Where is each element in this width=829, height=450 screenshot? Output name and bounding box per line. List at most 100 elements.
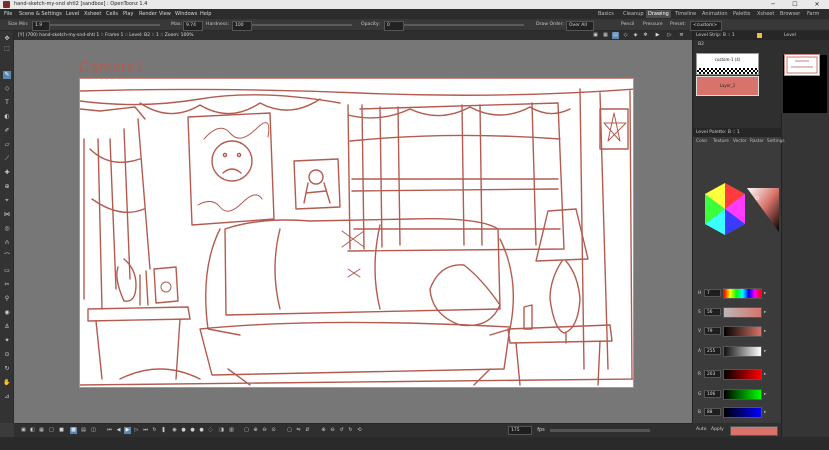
menu-windows[interactable]: Windows xyxy=(175,11,197,17)
hue-slider[interactable] xyxy=(723,288,762,299)
flip-h-icon[interactable]: ⇋ xyxy=(295,427,302,434)
pinch-tool-icon[interactable]: ⋈ xyxy=(3,211,11,219)
blue-channel-icon[interactable]: ● xyxy=(198,427,205,434)
draw-order-select[interactable]: Over All xyxy=(566,21,594,31)
compare-icon[interactable]: ◨ xyxy=(218,427,225,434)
green-slider[interactable] xyxy=(723,389,762,400)
saturation-arrow-icon[interactable]: ▸ xyxy=(764,310,766,315)
tab-raster[interactable]: Raster xyxy=(750,139,764,144)
auto-apply-toggle[interactable]: Auto xyxy=(696,427,706,432)
value-arrow-icon[interactable]: ▸ xyxy=(764,329,766,334)
room-tab-cleanup[interactable]: Cleanup xyxy=(621,10,646,18)
menu-xsheet[interactable]: Xsheet xyxy=(84,11,101,17)
fill-tool-icon[interactable]: ◐ xyxy=(3,113,11,121)
animate-tool-icon[interactable]: ✥ xyxy=(3,35,11,43)
rotate-right-icon[interactable]: ↻ xyxy=(347,427,354,434)
size-slider[interactable] xyxy=(50,24,160,26)
flip-v-icon[interactable]: ⇵ xyxy=(304,427,311,434)
green-arrow-icon[interactable]: ▸ xyxy=(764,392,766,397)
value-slider[interactable] xyxy=(723,326,762,337)
menu-level[interactable]: Level xyxy=(66,11,79,17)
sub-camera-preview-icon[interactable]: ▷ xyxy=(666,32,673,39)
hand-tool-icon[interactable]: ✋ xyxy=(3,379,11,387)
tracker-tool-icon[interactable]: ◉ xyxy=(3,309,11,317)
red-slider[interactable] xyxy=(723,369,762,380)
control-point-editor-icon[interactable]: ⌖ xyxy=(3,197,11,205)
type-tool-icon[interactable]: T xyxy=(3,99,11,107)
rgb-picker-tool-icon[interactable]: ⊕ xyxy=(3,183,11,191)
room-tab-timeline[interactable]: Timeline xyxy=(673,10,698,18)
alpha-field[interactable]: 255 xyxy=(704,347,721,355)
eraser-tool-icon[interactable]: ▱ xyxy=(3,141,11,149)
zoom-in-icon[interactable]: ⊕ xyxy=(252,427,259,434)
menu-render[interactable]: Render xyxy=(139,11,157,17)
prev-frame-button[interactable]: ◀ xyxy=(115,427,122,434)
field-guide-icon[interactable]: ▦ xyxy=(602,32,609,39)
white-bg-icon[interactable]: □ xyxy=(48,427,55,434)
menu-cells[interactable]: Cells xyxy=(106,11,118,17)
tab-color[interactable]: Color xyxy=(696,139,707,144)
level-thumbnail[interactable] xyxy=(784,54,820,76)
color-wheel[interactable] xyxy=(695,180,781,250)
plastic-tool-icon[interactable]: ✦ xyxy=(3,337,11,345)
bender-tool-icon[interactable]: ⌒ xyxy=(3,253,11,261)
level-frame-2[interactable]: Layer_1 xyxy=(696,76,759,96)
preset-select[interactable]: <custom> xyxy=(690,21,722,31)
histogram-icon[interactable]: ▥ xyxy=(228,427,235,434)
hue-arrow-icon[interactable]: ▸ xyxy=(764,291,766,296)
viewer-menu-icon[interactable]: ≡ xyxy=(678,32,685,39)
selection-tool-icon[interactable]: ⬚ xyxy=(3,45,11,53)
blue-field[interactable]: 88 xyxy=(704,408,721,416)
hardness-field[interactable]: 100 xyxy=(232,21,252,31)
3d-view-icon[interactable]: ◇ xyxy=(622,32,629,39)
saturation-field[interactable]: 56 xyxy=(704,308,721,316)
opacity-field[interactable]: 0 xyxy=(384,21,404,31)
alpha-channel-icon[interactable]: ◌ xyxy=(207,427,214,434)
blue-arrow-icon[interactable]: ▸ xyxy=(764,410,766,415)
room-tab-drawing[interactable]: Drawing xyxy=(646,10,671,18)
freeze-icon[interactable]: ❄ xyxy=(642,32,649,39)
alpha-arrow-icon[interactable]: ▸ xyxy=(764,349,766,354)
reset-view-icon[interactable]: ⊙ xyxy=(270,427,277,434)
black-bg-icon[interactable]: ■ xyxy=(58,427,65,434)
camera-view-icon[interactable]: ◈ xyxy=(632,32,639,39)
ruler-tool-icon[interactable]: ⊿ xyxy=(3,393,11,401)
alpha-slider[interactable] xyxy=(723,346,762,357)
onion-skin-button[interactable]: ◉ xyxy=(171,427,178,434)
red-field[interactable]: 203 xyxy=(704,370,721,378)
room-tab-animation[interactable]: Animation xyxy=(700,10,730,18)
max-field[interactable]: 9.74 xyxy=(183,21,203,31)
close-button[interactable]: ✕ xyxy=(806,0,828,9)
red-arrow-icon[interactable]: ▸ xyxy=(764,372,766,377)
minimize-button[interactable]: ─ xyxy=(762,0,784,9)
grid-bg-icon[interactable]: ▩ xyxy=(70,427,77,434)
pencil-mode-checkbox[interactable]: Pencil xyxy=(621,22,634,27)
overlay-icon[interactable]: ◫ xyxy=(90,427,97,434)
maximize-button[interactable]: ☐ xyxy=(784,0,806,9)
style-picker-tool-icon[interactable]: ✚ xyxy=(3,169,11,177)
geometric-tool-icon[interactable]: ◇ xyxy=(3,85,11,93)
tape-tool-icon[interactable]: ⟋ xyxy=(3,155,11,163)
panel-lock-icon[interactable] xyxy=(757,33,762,38)
menu-view[interactable]: View xyxy=(159,11,171,17)
pause-button[interactable]: ❚ xyxy=(160,427,167,434)
opacity-slider[interactable] xyxy=(404,24,524,26)
value-field[interactable]: 79 xyxy=(704,327,721,335)
loop-button[interactable]: ↻ xyxy=(151,427,158,434)
safe-area-icon[interactable]: ▣ xyxy=(592,32,599,39)
cutter-tool-icon[interactable]: ✂ xyxy=(3,281,11,289)
lock-icon[interactable]: ▢ xyxy=(243,427,250,434)
size-min-field[interactable]: 1.9 xyxy=(32,21,50,31)
apply-button[interactable]: Apply xyxy=(711,427,724,432)
hue-field[interactable]: 7 xyxy=(704,289,721,297)
room-tab-basics[interactable]: Basics xyxy=(596,10,616,18)
paint-brush-tool-icon[interactable]: ✐ xyxy=(3,127,11,135)
tab-vector[interactable]: Vector xyxy=(733,139,747,144)
first-frame-button[interactable]: ⏮ xyxy=(106,427,113,434)
tab-settings[interactable]: Settings xyxy=(767,139,785,144)
checkerboard-icon[interactable]: ▦ xyxy=(38,427,45,434)
zoom-tool-icon[interactable]: ⊙ xyxy=(3,351,11,359)
frame-rate-field[interactable]: 175 xyxy=(508,426,532,435)
red-channel-icon[interactable]: ● xyxy=(180,427,187,434)
menu-file[interactable]: File xyxy=(4,11,12,17)
